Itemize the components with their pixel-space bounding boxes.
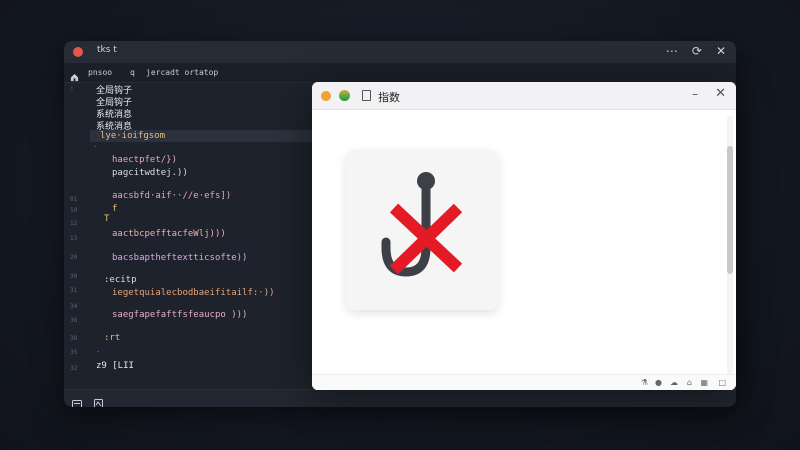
code-line: :rt	[104, 333, 121, 343]
dialog-title: 指数	[378, 91, 400, 104]
lock-icon[interactable]: ●	[655, 378, 662, 387]
close-icon[interactable]: ✕	[715, 86, 726, 101]
terminal-icon[interactable]	[72, 394, 82, 407]
code-line: pagcitwdtej.))	[112, 168, 188, 178]
toolbar-path-left[interactable]: pnsoo	[88, 68, 112, 77]
document-icon	[362, 90, 371, 101]
line-number: 30	[70, 273, 78, 280]
line-number: 34	[70, 303, 78, 310]
dialog-green-button[interactable]	[339, 90, 350, 101]
cloud-icon[interactable]: ☁	[670, 378, 678, 387]
editor-titlebar: tks t ⋯ ⟳ ✕	[64, 41, 736, 63]
window-icon[interactable]: □	[718, 378, 726, 387]
line-number: 36	[70, 317, 78, 324]
line-gutter: ⇧ 01 10 12 13 20 30 31 34 36 38 35 32	[64, 83, 90, 379]
code-line: T	[104, 214, 110, 224]
line-number: 20	[70, 254, 78, 261]
more-icon[interactable]: ⋯	[666, 44, 678, 58]
line-number: 31	[70, 287, 78, 294]
code-line: saegfapefaftfsfeaucpo )))	[112, 310, 248, 320]
code-line: lye·ioifgsom	[100, 131, 166, 141]
minimize-icon[interactable]: –	[692, 87, 698, 101]
dialog-statusbar: ⚗ ● ☁ ⌂ ▦ □	[312, 374, 736, 390]
toolbar-separator: q	[130, 68, 135, 77]
line-number: 38	[70, 335, 78, 342]
hook-disabled-card	[346, 150, 498, 310]
dialog-orange-button[interactable]	[321, 91, 331, 101]
close-icon[interactable]: ✕	[716, 44, 726, 58]
code-line: bacsbaptheftextticsofte))	[112, 253, 248, 263]
code-line: haectpfet/})	[112, 155, 178, 165]
save-icon[interactable]: ▦	[700, 378, 708, 387]
line-number: 13	[70, 235, 78, 242]
paint-icon[interactable]: ⚗	[641, 378, 648, 387]
dialog-window: 指数 – ✕ ⚗ ● ☁ ⌂ ▦ □	[312, 82, 736, 390]
line-number: 32	[70, 365, 78, 372]
line-number: 12	[70, 220, 78, 227]
fold-icon[interactable]: ⇧	[70, 85, 74, 92]
refresh-icon[interactable]: ⟳	[692, 44, 702, 58]
dialog-body: ⚗ ● ☁ ⌂ ▦ □	[312, 110, 736, 390]
code-line: aactbcpefftacfeWlj)))	[112, 229, 226, 239]
code-line: aacsbfd·aif··//e·efs])	[112, 191, 232, 201]
line-number: 35	[70, 349, 78, 356]
editor-window-controls: ⋯ ⟳ ✕	[666, 44, 726, 58]
close-window-button[interactable]	[73, 47, 83, 57]
scrollbar-thumb[interactable]	[727, 146, 733, 274]
dialog-titlebar: 指数 – ✕	[312, 82, 736, 110]
editor-statusbar	[64, 389, 736, 407]
code-line: iegetquialecbodbaeifitailf:·))	[112, 288, 275, 298]
line-number: 01	[70, 196, 78, 203]
fishing-hook-icon	[381, 172, 463, 277]
fold-marker: ·	[93, 143, 98, 151]
home-icon[interactable]: ⌂	[687, 378, 692, 387]
code-line: f	[112, 204, 118, 214]
code-line: z9 [LII	[96, 361, 134, 371]
line-number: 10	[70, 207, 78, 214]
editor-toolbar: pnsoo q jercadt ortatop	[64, 63, 736, 83]
editor-title: tks t	[97, 45, 117, 55]
code-line: :ecitp	[104, 275, 137, 285]
fold-marker: ·	[96, 348, 101, 356]
document-icon[interactable]	[94, 394, 103, 407]
toolbar-path-right[interactable]: jercadt ortatop	[146, 68, 218, 77]
